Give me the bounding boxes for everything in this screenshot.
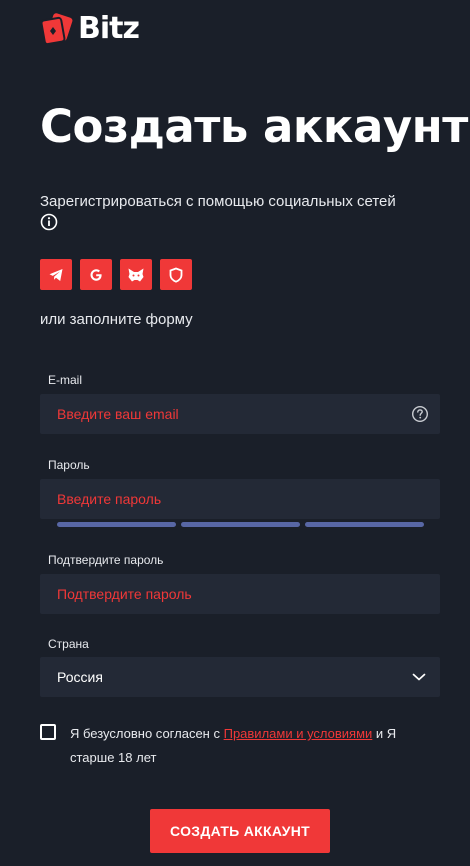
page-title: Создать аккаунт — [40, 100, 468, 153]
shield-icon — [169, 267, 183, 283]
social-buttons — [40, 259, 192, 290]
agree-prefix: Я безусловно согласен с — [70, 726, 224, 741]
confirm-password-field[interactable] — [57, 586, 377, 602]
question-icon[interactable] — [411, 405, 429, 423]
email-label: E-mail — [48, 373, 83, 387]
metamask-button[interactable] — [120, 259, 152, 290]
password-field[interactable] — [57, 491, 377, 507]
chevron-down-icon — [412, 673, 426, 681]
email-field[interactable] — [57, 406, 377, 422]
password-label: Пароль — [48, 458, 90, 472]
brand-name: Bitz — [78, 11, 140, 46]
password-strength-meter — [57, 522, 424, 527]
country-select[interactable]: Россия — [40, 657, 440, 697]
shield-button[interactable] — [160, 259, 192, 290]
password-field-wrapper — [40, 479, 440, 519]
country-label: Страна — [48, 637, 89, 651]
email-field-wrapper — [40, 394, 440, 434]
info-icon[interactable] — [40, 213, 58, 231]
strength-segment — [305, 522, 424, 527]
strength-segment — [181, 522, 300, 527]
form-alt-label: или заполните форму — [40, 311, 193, 328]
brand-logo[interactable]: Bitz — [40, 11, 140, 46]
cards-logo-icon — [40, 13, 73, 46]
terms-link[interactable]: Правилами и условиями — [224, 726, 373, 741]
confirm-password-wrapper — [40, 574, 440, 614]
social-signup-label: Зарегистрироваться с помощью социальных … — [40, 193, 396, 210]
strength-segment — [57, 522, 176, 527]
telegram-icon — [49, 268, 63, 281]
confirm-password-label: Подтвердите пароль — [48, 553, 164, 567]
telegram-button[interactable] — [40, 259, 72, 290]
google-button[interactable] — [80, 259, 112, 290]
agree-checkbox[interactable] — [40, 724, 56, 740]
google-icon — [90, 268, 102, 281]
agree-text: Я безусловно согласен с Правилами и усло… — [70, 722, 430, 770]
create-account-button[interactable]: СОЗДАТЬ АККАУНТ — [150, 809, 330, 853]
country-value: Россия — [57, 669, 103, 685]
metamask-fox-icon — [128, 268, 144, 281]
